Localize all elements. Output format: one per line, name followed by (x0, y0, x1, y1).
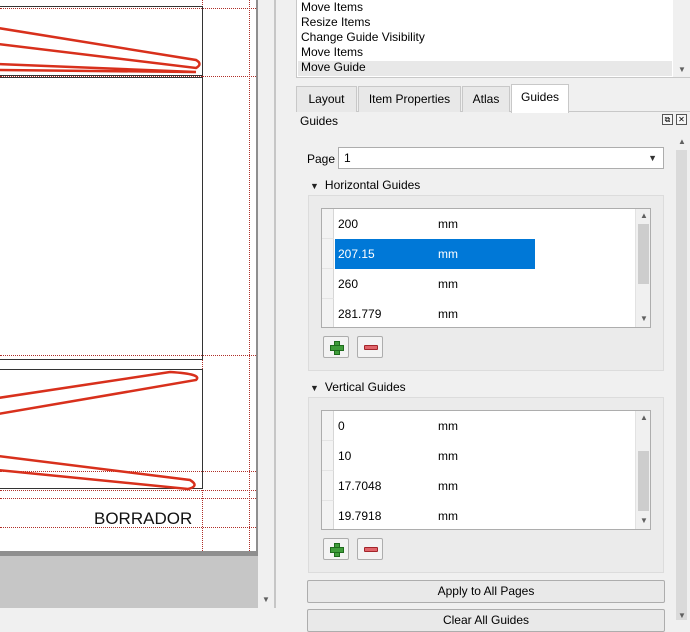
layout-page[interactable]: BORRADOR (0, 0, 256, 551)
triangle-down-icon[interactable]: ▼ (310, 383, 319, 393)
guide-value[interactable]: 207.15 (338, 239, 375, 269)
undo-history-list[interactable]: Move Items Resize Items Change Guide Vis… (296, 0, 690, 78)
tab-atlas[interactable]: Atlas (462, 86, 510, 112)
undo-item[interactable]: Move Items (301, 0, 363, 15)
horizontal-guides-group: 200 mm 207.15 mm 260 mm 281.779 mm ▲ ▼ (308, 195, 664, 371)
row-header[interactable] (322, 299, 334, 327)
arrow-shape (0, 27, 201, 70)
vertical-guides-scrollbar[interactable]: ▲ ▼ (635, 411, 650, 529)
apply-to-all-pages-button[interactable]: Apply to All Pages (307, 580, 665, 603)
horizontal-guides-table[interactable]: 200 mm 207.15 mm 260 mm 281.779 mm ▲ ▼ (321, 208, 651, 328)
guide-unit[interactable]: mm (438, 411, 458, 441)
scroll-up-icon[interactable]: ▲ (640, 414, 648, 422)
guide-unit[interactable]: mm (438, 501, 458, 529)
page-label: Page (307, 152, 336, 166)
row-header[interactable] (322, 239, 334, 269)
page-shadow-bottom (0, 551, 261, 556)
scroll-down-icon[interactable]: ▼ (678, 612, 686, 620)
undo-item[interactable]: Change Guide Visibility (301, 30, 425, 45)
scrollbar-thumb[interactable] (638, 224, 649, 284)
horizontal-guides-title: Horizontal Guides (324, 178, 421, 192)
remove-horizontal-guide-button[interactable] (357, 336, 383, 358)
page-select-value: 1 (344, 151, 351, 165)
undo-scrollbar[interactable]: ▼ (673, 0, 690, 77)
chevron-down-icon: ▼ (648, 153, 657, 163)
tab-layout[interactable]: Layout (296, 86, 357, 112)
row-header[interactable] (322, 209, 334, 239)
panel-title: Guides (300, 114, 339, 128)
close-icon[interactable]: ✕ (676, 114, 687, 125)
watermark-label: BORRADOR (94, 509, 193, 528)
row-header[interactable] (322, 501, 334, 529)
row-header[interactable] (322, 411, 334, 441)
vertical-guides-header[interactable]: ▼ Vertical Guides (310, 380, 406, 394)
tab-item-properties[interactable]: Item Properties (358, 86, 461, 112)
scroll-down-icon[interactable]: ▼ (640, 315, 648, 323)
guide-value[interactable]: 17.7048 (338, 471, 381, 501)
guide-value[interactable]: 200 (338, 209, 358, 239)
minus-icon (364, 345, 378, 350)
guide-value[interactable]: 10 (338, 441, 351, 471)
vertical-guides-table[interactable]: 0 mm 10 mm 17.7048 mm 19.7918 mm ▲ ▼ (321, 410, 651, 530)
arrow-shapes (0, 27, 201, 491)
panel-tab-bar: Layout Item Properties Atlas Guides (296, 84, 690, 113)
vertical-guides-group: 0 mm 10 mm 17.7048 mm 19.7918 mm ▲ ▼ (308, 397, 664, 573)
row-header[interactable] (322, 269, 334, 299)
scrollbar-thumb[interactable] (638, 451, 649, 511)
tab-guides[interactable]: Guides (511, 84, 569, 113)
table-row[interactable]: 17.7048 mm (322, 471, 637, 501)
scroll-up-icon[interactable]: ▲ (640, 212, 648, 220)
add-vertical-guide-button[interactable] (323, 538, 349, 560)
arrow-shape (0, 370, 199, 415)
canvas-vertical-scrollbar[interactable]: ▼ (258, 0, 274, 608)
guide-value[interactable]: 260 (338, 269, 358, 299)
table-row[interactable]: 200 mm (322, 209, 637, 239)
row-header[interactable] (322, 471, 334, 501)
table-row[interactable]: 19.7918 mm (322, 501, 637, 529)
scrollbar-thumb[interactable] (676, 150, 687, 620)
layout-canvas[interactable]: BORRADOR ▼ ◀ ▶ (0, 0, 276, 608)
guide-value[interactable]: 19.7918 (338, 501, 381, 529)
guide-unit[interactable]: mm (438, 299, 458, 327)
panel-scrollbar[interactable]: ▲ ▼ (673, 132, 690, 624)
guide-unit[interactable]: mm (438, 239, 458, 269)
right-dock: Move Items Resize Items Change Guide Vis… (276, 0, 690, 632)
horizontal-guides-scrollbar[interactable]: ▲ ▼ (635, 209, 650, 327)
triangle-down-icon[interactable]: ▼ (310, 181, 319, 191)
plus-icon (330, 341, 344, 355)
clear-all-guides-button[interactable]: Clear All Guides (307, 609, 665, 632)
table-row[interactable]: 281.779 mm (322, 299, 637, 327)
plus-icon (330, 543, 344, 557)
guide-unit[interactable]: mm (438, 269, 458, 299)
scroll-down-icon[interactable]: ▼ (262, 596, 270, 604)
horizontal-guides-header[interactable]: ▼ Horizontal Guides (310, 178, 420, 192)
undo-item[interactable]: Move Guide (301, 60, 366, 75)
page-select[interactable]: 1 ▼ (338, 147, 664, 169)
arrow-shape (0, 454, 196, 491)
guide-unit[interactable]: mm (438, 441, 458, 471)
minus-icon (364, 547, 378, 552)
undo-item[interactable]: Move Items (301, 45, 363, 60)
add-horizontal-guide-button[interactable] (323, 336, 349, 358)
guide-unit[interactable]: mm (438, 471, 458, 501)
row-header[interactable] (322, 441, 334, 471)
vertical-guides-title: Vertical Guides (324, 380, 406, 394)
guide-value[interactable]: 281.779 (338, 299, 381, 327)
table-row[interactable]: 0 mm (322, 411, 637, 441)
scroll-down-icon[interactable]: ▼ (640, 517, 648, 525)
float-icon[interactable]: ⧉ (662, 114, 673, 125)
scroll-down-icon[interactable]: ▼ (678, 66, 686, 74)
undo-item[interactable]: Resize Items (301, 15, 370, 30)
guide-unit[interactable]: mm (438, 209, 458, 239)
guide-value[interactable]: 0 (338, 411, 345, 441)
table-row[interactable]: 10 mm (322, 441, 637, 471)
scroll-up-icon[interactable]: ▲ (678, 138, 686, 146)
remove-vertical-guide-button[interactable] (357, 538, 383, 560)
table-row[interactable]: 207.15 mm (322, 239, 637, 269)
table-row[interactable]: 260 mm (322, 269, 637, 299)
